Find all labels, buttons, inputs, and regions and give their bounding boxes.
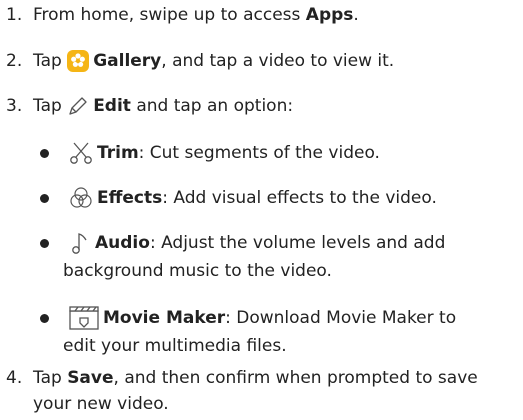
- option-title: Trim: [97, 143, 139, 163]
- step-text: Tap: [33, 368, 68, 388]
- step-number: 2.: [6, 51, 23, 71]
- movie-maker-icon: [69, 306, 99, 330]
- step-text: and tap an option:: [130, 96, 294, 116]
- bullet-dot: [40, 239, 49, 248]
- gallery-icon: [67, 50, 90, 72]
- option-title: Effects: [97, 188, 163, 208]
- step-text: Tap: [33, 96, 68, 116]
- step-1: 1. From home, swipe up to access Apps.: [6, 3, 506, 27]
- option-title: Audio: [95, 233, 150, 253]
- step-4: 4. Tap Save, and then confirm when promp…: [6, 366, 516, 416]
- step-text: , and tap a video to view it.: [161, 51, 395, 71]
- step-text: , and then confirm when prompted to save: [113, 368, 478, 388]
- step-bold: Apps: [305, 5, 354, 25]
- option-text: : Add visual effects to the video.: [162, 188, 437, 208]
- pencil-icon: [67, 95, 89, 117]
- step-text-line2: your new video.: [33, 394, 169, 414]
- option-text-line2: edit your multimedia files.: [63, 336, 287, 356]
- music-note-icon: [69, 231, 91, 255]
- step-number: 4.: [6, 368, 23, 388]
- option-text-line2: background music to the video.: [63, 261, 332, 281]
- option-text: : Adjust the volume levels and add: [149, 233, 446, 253]
- option-text: : Download Movie Maker to: [225, 308, 457, 328]
- bullet-dot: [40, 314, 49, 323]
- instructions: 1. From home, swipe up to access Apps. 2…: [0, 0, 523, 420]
- option-effects: Effects: Add visual effects to the video…: [69, 186, 437, 210]
- step-text: From home, swipe up to access: [33, 5, 306, 25]
- step-number: 1.: [6, 5, 23, 25]
- step-text: Tap: [33, 51, 68, 71]
- step-3: 3. Tap Edit and tap an option:: [6, 94, 506, 118]
- step-bold: Edit: [93, 96, 131, 116]
- step-bold: Save: [67, 368, 114, 388]
- step-bold: Gallery: [93, 51, 162, 71]
- bullet-dot: [40, 194, 49, 203]
- option-audio: Audio: Adjust the volume levels and add …: [63, 231, 509, 283]
- scissors-icon: [69, 141, 93, 165]
- option-title: Movie Maker: [103, 308, 226, 328]
- step-2: 2. Tap Gallery, and tap a video to view …: [6, 49, 506, 73]
- bullet-dot: [40, 149, 49, 158]
- step-text: .: [353, 5, 359, 25]
- option-movie-maker: Movie Maker: Download Movie Maker to edi…: [63, 306, 509, 358]
- option-text: : Cut segments of the video.: [138, 143, 380, 163]
- step-number: 3.: [6, 96, 23, 116]
- option-trim: Trim: Cut segments of the video.: [69, 141, 380, 165]
- effects-icon: [69, 186, 93, 210]
